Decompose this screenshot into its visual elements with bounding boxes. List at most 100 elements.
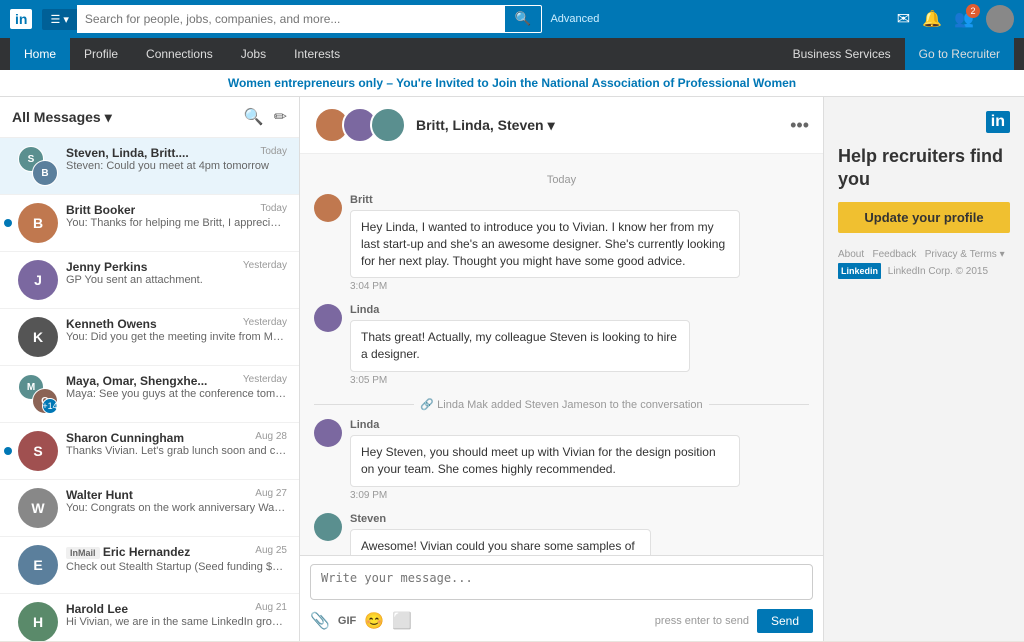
nav-business-services[interactable]: Business Services [779, 38, 905, 70]
system-message: 🔗 Linda Mak added Steven Jameson to the … [314, 398, 809, 411]
search-bar: ☰ ▾ 🔍 [42, 5, 542, 33]
search-messages-icon[interactable]: 🔍 [244, 107, 264, 127]
message-list-actions: 🔍 ✏ [244, 107, 287, 127]
emoji-icon[interactable]: 😊 [364, 611, 384, 631]
participant-avatar [370, 107, 406, 143]
message-list-header: All Messages ▾ 🔍 ✏ [0, 97, 299, 138]
footer-privacy-link[interactable]: Privacy & Terms ▾ [925, 249, 1005, 260]
message-content: InMail Eric Hernandez Aug 25 Check out S… [66, 545, 287, 573]
message-sender-name: Jenny Perkins [66, 260, 147, 274]
linkedin-small-logo: Linkedin [838, 263, 881, 279]
dropdown-icon: ▾ [105, 109, 112, 126]
message-content: Steven, Linda, Britt.... Today Steven: C… [66, 146, 287, 172]
compose-message-icon[interactable]: ✏ [274, 107, 287, 127]
message-sender-name: Kenneth Owens [66, 317, 157, 331]
message-sender-name: Walter Hunt [66, 488, 133, 502]
all-messages-dropdown[interactable]: All Messages ▾ [12, 109, 244, 126]
conversation-messages: Today Britt Hey Linda, I wanted to intro… [300, 154, 823, 555]
messages-icon[interactable]: ✉ [897, 9, 910, 29]
network-icon[interactable]: 👥 2 [954, 9, 974, 29]
message-content: Sharon Cunningham Aug 28 Thanks Vivian. … [66, 431, 287, 457]
notifications-icon[interactable]: 🔔 [922, 9, 942, 29]
nav-profile[interactable]: Profile [70, 38, 132, 70]
nav-jobs[interactable]: Jobs [227, 38, 280, 70]
announcement-link[interactable]: Women entrepreneurs only – You're Invite… [228, 76, 796, 90]
search-input[interactable] [77, 5, 504, 33]
sender-avatar [314, 304, 342, 332]
message-preview: Check out Stealth Startup (Seed funding … [66, 561, 287, 573]
message-sender-name: Harold Lee [66, 602, 128, 616]
member-count: +14 [42, 398, 58, 414]
message-content: Maya, Omar, Shengxhe... Yesterday Maya: … [66, 374, 287, 400]
unread-indicator [4, 219, 12, 227]
message-list-panel: All Messages ▾ 🔍 ✏ S B Steven, Linda, Br… [0, 97, 300, 641]
linkedin-logo: in [10, 9, 32, 29]
inmail-badge: InMail [66, 547, 100, 559]
avatar: W [18, 488, 58, 528]
message-group: Linda Thats great! Actually, my colleagu… [314, 304, 809, 386]
message-time: Aug 27 [255, 488, 287, 502]
sender-name: Linda [350, 419, 809, 431]
gif-icon[interactable]: GIF [338, 615, 356, 627]
message-input-area: 📎 GIF 😊 ⬜ press enter to send Send [300, 555, 823, 641]
nav-interests[interactable]: Interests [280, 38, 354, 70]
avatar[interactable] [986, 5, 1014, 33]
message-bubble: Awesome! Vivian could you share some sam… [350, 529, 651, 555]
search-menu-button[interactable]: ☰ ▾ [42, 9, 76, 30]
message-time: Yesterday [243, 260, 287, 274]
avatar: S [18, 431, 58, 471]
message-content: Kenneth Owens Yesterday You: Did you get… [66, 317, 287, 343]
search-submit-button[interactable]: 🔍 [504, 5, 543, 33]
list-item[interactable]: S Sharon Cunningham Aug 28 Thanks Vivian… [0, 423, 299, 480]
list-item[interactable]: M O +14 Maya, Omar, Shengxhe... Yesterda… [0, 366, 299, 423]
sender-avatar [314, 419, 342, 447]
system-message-text: 🔗 Linda Mak added Steven Jameson to the … [420, 398, 702, 411]
message-preview: You: Did you get the meeting invite from… [66, 331, 287, 343]
conversation-title[interactable]: Britt, Linda, Steven ▾ [416, 117, 790, 134]
footer-links: About Feedback Privacy & Terms ▾ Linkedi… [838, 247, 1010, 280]
list-item[interactable]: J Jenny Perkins Yesterday GP You sent an… [0, 252, 299, 309]
attach-file-icon[interactable]: 📎 [310, 611, 330, 631]
avatar: K [18, 317, 58, 357]
sender-avatar [314, 513, 342, 541]
list-item[interactable]: S B Steven, Linda, Britt.... Today Steve… [0, 138, 299, 195]
linkedin-brand: in [838, 111, 1010, 133]
more-tools-icon[interactable]: ⬜ [392, 611, 412, 631]
message-group: Britt Hey Linda, I wanted to introduce y… [314, 194, 809, 292]
send-button[interactable]: Send [757, 609, 813, 633]
nav-connections[interactable]: Connections [132, 38, 227, 70]
footer-about-link[interactable]: About [838, 249, 864, 260]
sender-name: Steven [350, 513, 704, 525]
message-content: Walter Hunt Aug 27 You: Congrats on the … [66, 488, 287, 514]
message-sender-name: Maya, Omar, Shengxhe... [66, 374, 207, 388]
chevron-down-icon: ▾ [548, 117, 555, 134]
right-panel: in Help recruiters find you Update your … [824, 97, 1024, 641]
avatar: H [18, 602, 58, 641]
more-options-icon[interactable]: ••• [790, 115, 809, 136]
linkedin-logo-right: in [986, 111, 1010, 133]
message-time: Aug 25 [255, 545, 287, 561]
conversation-avatars [314, 107, 406, 143]
top-navigation-bar: in ☰ ▾ 🔍 Advanced ✉ 🔔 👥 2 [0, 0, 1024, 38]
message-input[interactable] [310, 564, 813, 600]
update-profile-button[interactable]: Update your profile [838, 202, 1010, 233]
main-navigation: Home Profile Connections Jobs Interests … [0, 38, 1024, 70]
input-toolbar: 📎 GIF 😊 ⬜ press enter to send Send [310, 603, 813, 633]
main-layout: All Messages ▾ 🔍 ✏ S B Steven, Linda, Br… [0, 97, 1024, 641]
nav-go-to-recruiter[interactable]: Go to Recruiter [905, 38, 1014, 70]
advanced-search-link[interactable]: Advanced [550, 13, 599, 25]
list-item[interactable]: W Walter Hunt Aug 27 You: Congrats on th… [0, 480, 299, 537]
message-bubble: Thats great! Actually, my colleague Stev… [350, 320, 690, 372]
list-item[interactable]: E InMail Eric Hernandez Aug 25 Check out… [0, 537, 299, 594]
message-preview: Steven: Could you meet at 4pm tomorrow [66, 160, 287, 172]
message-timestamp: 3:04 PM [350, 281, 809, 292]
nav-home[interactable]: Home [10, 38, 70, 70]
list-item[interactable]: B Britt Booker Today You: Thanks for hel… [0, 195, 299, 252]
message-time: Yesterday [243, 374, 287, 388]
list-item[interactable]: K Kenneth Owens Yesterday You: Did you g… [0, 309, 299, 366]
message-preview: Hi Vivian, we are in the same LinkedIn g… [66, 616, 287, 628]
list-item[interactable]: H Harold Lee Aug 21 Hi Vivian, we are in… [0, 594, 299, 641]
footer-feedback-link[interactable]: Feedback [872, 249, 916, 260]
sender-name: Linda [350, 304, 750, 316]
announcement-bar[interactable]: Women entrepreneurs only – You're Invite… [0, 70, 1024, 97]
